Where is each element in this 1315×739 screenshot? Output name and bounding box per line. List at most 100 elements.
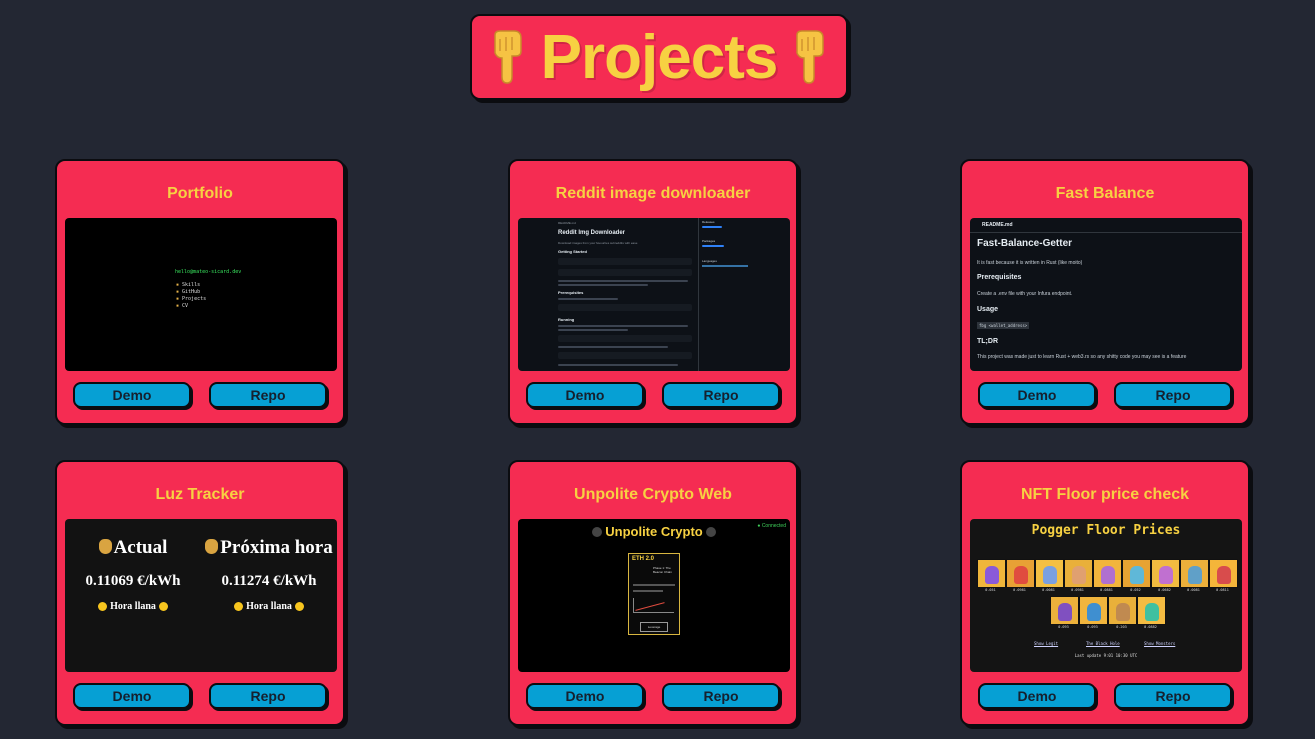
readme-subtitle: Download images from your favourites sub… bbox=[558, 241, 638, 245]
crypto-card-title: ETH 2.0 bbox=[632, 556, 655, 562]
preview-heading: Unpolite Crypto bbox=[605, 524, 703, 539]
project-preview-image: Pogger Floor Prices 0.051 0.0981 0.0081 0.0… bbox=[970, 519, 1242, 672]
leverage-button: Leverage bbox=[640, 622, 668, 632]
yellow-circle-icon bbox=[158, 602, 168, 611]
nft-price: 0.0081 bbox=[1187, 588, 1200, 592]
readme-section: Prerequisites bbox=[977, 274, 1022, 281]
readme-section: Running bbox=[558, 317, 575, 322]
bomb-icon bbox=[591, 527, 602, 537]
project-preview-image: hello@mateo-sicard.dev ▪ Skills ▪ GitHub… bbox=[65, 218, 337, 371]
yellow-circle-icon bbox=[234, 602, 244, 611]
bomb-icon bbox=[706, 527, 717, 537]
price-column: Actual 0.11069 €/kWh Hora llana bbox=[65, 537, 201, 612]
money-bag-icon bbox=[205, 539, 219, 554]
project-card-nft-floor-price-check: NFT Floor price check Pogger Floor Price… bbox=[960, 460, 1250, 726]
preview-heading: Pogger Floor Prices bbox=[1031, 523, 1181, 538]
readme-text: Create a .env file with your Infura endp… bbox=[977, 291, 1073, 297]
demo-button[interactable]: Demo bbox=[978, 382, 1096, 408]
project-preview-image: README.md Reddit Img Downloader Download… bbox=[518, 218, 790, 371]
repo-button[interactable]: Repo bbox=[662, 382, 780, 408]
menu-item: ▪ Projects bbox=[176, 296, 207, 302]
nft-creature-icon bbox=[1217, 566, 1231, 584]
project-card-portfolio: Portfolio hello@mateo-sicard.dev ▪ Skill… bbox=[55, 159, 345, 425]
price-value: 0.11274 €/kWh bbox=[221, 573, 317, 589]
nft-thumbnail bbox=[1079, 596, 1108, 625]
nft-creature-icon bbox=[1145, 603, 1159, 621]
nft-creature-icon bbox=[1159, 566, 1173, 584]
nft-creature-icon bbox=[1072, 566, 1086, 584]
project-title: Fast Balance bbox=[1055, 185, 1155, 202]
connection-status: ● Connected bbox=[757, 523, 786, 529]
project-title: Reddit image downloader bbox=[555, 185, 751, 202]
demo-button[interactable]: Demo bbox=[73, 683, 191, 709]
project-title: Luz Tracker bbox=[155, 486, 245, 503]
sidebar-section: Packages bbox=[702, 239, 716, 243]
yellow-circle-icon bbox=[294, 602, 304, 611]
price-column: Próxima hora 0.11274 €/kWh Hora llana bbox=[201, 537, 337, 612]
readme-section: TL;DR bbox=[977, 338, 998, 345]
nft-price: 0.0981 bbox=[1071, 588, 1084, 592]
project-card-fast-balance: Fast Balance README.md Fast-Balance-Gett… bbox=[960, 159, 1250, 425]
nft-price: 0.051 bbox=[985, 588, 996, 592]
readme-text: This project was made just to learn Rust… bbox=[977, 354, 1187, 360]
repo-button[interactable]: Repo bbox=[1114, 382, 1232, 408]
project-preview-image: README.md Fast-Balance-Getter It is fast… bbox=[970, 218, 1242, 371]
readme-code: fbg <wallet_address> bbox=[977, 322, 1030, 329]
demo-button[interactable]: Demo bbox=[526, 683, 644, 709]
last-update: Last update 9:01 10:30 UTC bbox=[1074, 653, 1138, 658]
nft-creature-icon bbox=[1101, 566, 1115, 584]
backhand-index-pointing-down-icon bbox=[796, 30, 825, 84]
demo-button[interactable]: Demo bbox=[526, 382, 644, 408]
yellow-circle-icon bbox=[98, 602, 108, 611]
demo-button[interactable]: Demo bbox=[978, 683, 1096, 709]
terminal-prompt: hello@mateo-sicard.dev bbox=[175, 269, 242, 275]
nft-creature-icon bbox=[1058, 603, 1072, 621]
demo-button[interactable]: Demo bbox=[73, 382, 191, 408]
readme-filename: README.md bbox=[558, 221, 576, 225]
nft-price: 0.203 bbox=[1116, 625, 1127, 629]
nft-creature-icon bbox=[985, 566, 999, 584]
nft-thumbnail bbox=[1093, 559, 1122, 588]
nft-price: 0.0081 bbox=[1042, 588, 1055, 592]
project-title: NFT Floor price check bbox=[1020, 486, 1190, 503]
nft-creature-icon bbox=[1130, 566, 1144, 584]
repo-button[interactable]: Repo bbox=[662, 683, 780, 709]
nft-price: 0.0881 bbox=[1100, 588, 1113, 592]
project-title: Portfolio bbox=[167, 185, 233, 202]
repo-button[interactable]: Repo bbox=[209, 382, 327, 408]
nft-thumbnail bbox=[1064, 559, 1093, 588]
nft-thumbnail bbox=[1137, 596, 1166, 625]
menu-item: ▪ CV bbox=[176, 303, 189, 309]
project-title: Unpolite Crypto Web bbox=[574, 486, 732, 503]
readme-section: Prerequisites bbox=[558, 290, 584, 295]
project-card-reddit-image-downloader: Reddit image downloader README.md Reddit… bbox=[508, 159, 798, 425]
repo-button[interactable]: Repo bbox=[209, 683, 327, 709]
project-card-luz-tracker: Luz Tracker Actual 0.11069 €/kWh Hora ll… bbox=[55, 460, 345, 726]
nft-thumbnail bbox=[1006, 559, 1035, 588]
nft-link: Show Monsters bbox=[1144, 641, 1176, 646]
project-preview-image: Unpolite Crypto ● Connected ETH 2.0 Phas… bbox=[518, 519, 790, 672]
nft-thumbnail bbox=[1050, 596, 1079, 625]
nft-thumbnail bbox=[1122, 559, 1151, 588]
project-card-unpolite-crypto-web: Unpolite Crypto Web Unpolite Crypto ● Co… bbox=[508, 460, 798, 726]
readme-intro: It is fast because it is written in Rust… bbox=[977, 260, 1083, 266]
page-title: Projects bbox=[540, 22, 779, 92]
nft-creature-icon bbox=[1014, 566, 1028, 584]
price-value: 0.11069 €/kWh bbox=[85, 573, 181, 589]
repo-button[interactable]: Repo bbox=[1114, 683, 1232, 709]
backhand-index-pointing-down-icon bbox=[493, 30, 522, 84]
price-heading: Actual bbox=[113, 537, 168, 558]
price-tag: Hora llana bbox=[110, 601, 156, 612]
readme-filename: README.md bbox=[982, 222, 1013, 228]
crypto-card-subtitle: Phase 1: The Beacon Chain bbox=[653, 566, 672, 574]
readme-heading: Reddit Img Downloader bbox=[558, 230, 626, 236]
readme-section: Getting Started bbox=[558, 249, 587, 254]
readme-section: Usage bbox=[977, 306, 999, 313]
nft-thumbnail bbox=[1151, 559, 1180, 588]
menu-item: ▪ Skills bbox=[176, 282, 201, 288]
readme-heading: Fast-Balance-Getter bbox=[977, 238, 1073, 249]
nft-price: 0.093 bbox=[1058, 625, 1069, 629]
nft-thumbnail bbox=[1209, 559, 1238, 588]
nft-creature-icon bbox=[1116, 603, 1130, 621]
price-tag: Hora llana bbox=[246, 601, 292, 612]
